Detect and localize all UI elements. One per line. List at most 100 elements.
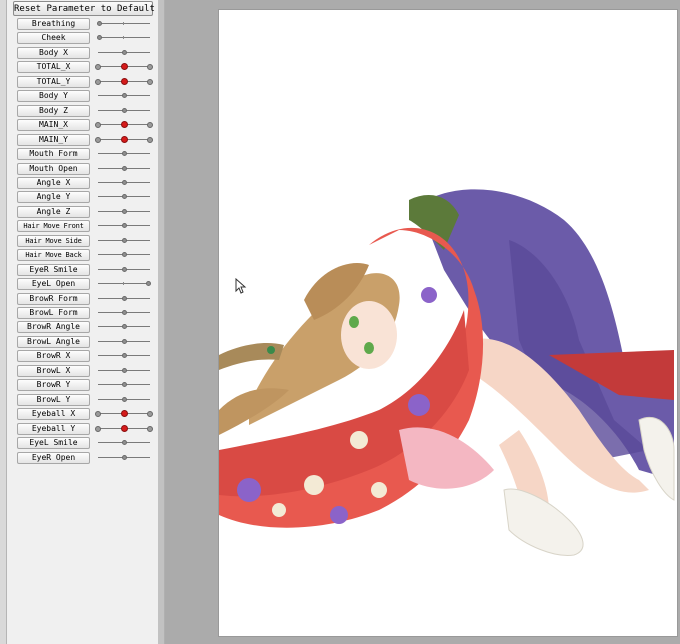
parameter-slider[interactable] (97, 249, 151, 261)
parameter-label-button[interactable]: Angle Z (17, 206, 90, 218)
parameter-slider[interactable] (97, 321, 151, 333)
reset-parameter-button[interactable]: Reset Parameter to Default (13, 1, 155, 16)
parameter-slider[interactable] (97, 307, 151, 319)
parameter-slider[interactable] (97, 394, 151, 406)
slider-knob[interactable] (121, 410, 128, 417)
slider-knob[interactable] (122, 440, 127, 445)
slider-knob[interactable] (121, 121, 128, 128)
parameter-slider[interactable] (97, 220, 151, 232)
slider-knob[interactable] (121, 78, 128, 85)
parameter-slider[interactable] (97, 32, 151, 44)
slider-knob[interactable] (122, 223, 127, 228)
parameter-slider[interactable] (97, 47, 151, 59)
parameter-label-button[interactable]: Breathing (17, 18, 90, 30)
slider-knob[interactable] (122, 455, 127, 460)
parameter-label-button[interactable]: Mouth Form (17, 148, 90, 160)
slider-knob[interactable] (97, 21, 102, 26)
parameter-slider[interactable] (95, 408, 153, 420)
parameter-label-button[interactable]: BrowR Y (17, 379, 90, 391)
parameter-slider[interactable] (97, 90, 151, 102)
parameter-slider[interactable] (95, 61, 153, 73)
slider-knob[interactable] (122, 194, 127, 199)
slider-knob[interactable] (122, 339, 127, 344)
slider-knob[interactable] (122, 166, 127, 171)
parameter-slider[interactable] (97, 18, 151, 30)
parameter-label-button[interactable]: EyeR Smile (17, 264, 90, 276)
slider-knob[interactable] (122, 93, 127, 98)
parameter-slider[interactable] (97, 278, 151, 290)
parameter-row: BrowL Form (17, 307, 154, 319)
parameter-label-button[interactable]: Hair Move Front (17, 220, 90, 232)
parameter-label-button[interactable]: BrowR X (17, 350, 90, 362)
parameter-slider[interactable] (95, 76, 153, 88)
parameter-slider[interactable] (97, 177, 151, 189)
parameter-slider[interactable] (97, 206, 151, 218)
parameter-label-button[interactable]: Cheek (17, 32, 90, 44)
parameter-slider[interactable] (97, 379, 151, 391)
slider-knob[interactable] (97, 35, 102, 40)
parameter-row: Angle X (17, 177, 154, 189)
parameter-slider[interactable] (97, 437, 151, 449)
slider-knob[interactable] (122, 368, 127, 373)
slider-end-left (95, 137, 101, 143)
parameter-label-button[interactable]: EyeL Open (17, 278, 90, 290)
parameter-label-button[interactable]: BrowL X (17, 365, 90, 377)
parameter-label-button[interactable]: TOTAL_Y (17, 76, 90, 88)
parameter-slider[interactable] (97, 264, 151, 276)
parameter-slider[interactable] (97, 235, 151, 247)
parameter-row: BrowR X (17, 350, 154, 362)
slider-knob[interactable] (122, 296, 127, 301)
parameter-label-button[interactable]: MAIN_Y (17, 134, 90, 146)
parameter-slider[interactable] (97, 191, 151, 203)
slider-knob[interactable] (122, 252, 127, 257)
slider-knob[interactable] (121, 425, 128, 432)
slider-knob[interactable] (122, 267, 127, 272)
parameter-label-button[interactable]: Eyeball X (17, 408, 90, 420)
slider-knob[interactable] (122, 238, 127, 243)
parameter-label-button[interactable]: Eyeball Y (17, 423, 90, 435)
slider-knob[interactable] (121, 136, 128, 143)
slider-knob[interactable] (122, 397, 127, 402)
parameter-label-button[interactable]: BrowL Angle (17, 336, 90, 348)
slider-knob[interactable] (121, 63, 128, 70)
parameter-label-button[interactable]: BrowR Form (17, 293, 90, 305)
parameter-label-button[interactable]: BrowR Angle (17, 321, 90, 333)
parameter-label-button[interactable]: Body Y (17, 90, 90, 102)
parameter-slider[interactable] (97, 365, 151, 377)
parameter-slider[interactable] (97, 336, 151, 348)
slider-knob[interactable] (122, 382, 127, 387)
slider-knob[interactable] (122, 310, 127, 315)
slider-knob[interactable] (146, 281, 151, 286)
parameter-label-button[interactable]: BrowL Y (17, 394, 90, 406)
parameter-label-button[interactable]: Angle Y (17, 191, 90, 203)
parameter-label-button[interactable]: Mouth Open (17, 163, 90, 175)
slider-knob[interactable] (122, 180, 127, 185)
parameter-label-button[interactable]: BrowL Form (17, 307, 90, 319)
parameter-label-button[interactable]: Hair Move Side (17, 235, 90, 247)
slider-knob[interactable] (122, 50, 127, 55)
slider-knob[interactable] (122, 151, 127, 156)
parameter-label-button[interactable]: EyeL Smile (17, 437, 90, 449)
parameter-label-button[interactable]: TOTAL_X (17, 61, 90, 73)
slider-knob[interactable] (122, 353, 127, 358)
parameter-label-button[interactable]: Angle X (17, 177, 90, 189)
parameter-slider[interactable] (97, 452, 151, 464)
parameter-label-button[interactable]: Hair Move Back (17, 249, 90, 261)
parameter-slider[interactable] (97, 350, 151, 362)
parameter-slider[interactable] (95, 423, 153, 435)
parameter-slider[interactable] (97, 148, 151, 160)
parameter-slider[interactable] (97, 105, 151, 117)
slider-knob[interactable] (122, 209, 127, 214)
slider-knob[interactable] (122, 324, 127, 329)
parameter-label-button[interactable]: EyeR Open (17, 452, 90, 464)
parameter-slider[interactable] (95, 134, 153, 146)
parameter-label-button[interactable]: Body Z (17, 105, 90, 117)
parameter-label-button[interactable]: MAIN_X (17, 119, 90, 131)
parameter-slider[interactable] (97, 293, 151, 305)
parameter-label-button[interactable]: Body X (17, 47, 90, 59)
slider-knob[interactable] (122, 108, 127, 113)
parameter-slider[interactable] (95, 119, 153, 131)
panel-splitter[interactable] (158, 0, 165, 644)
parameter-slider[interactable] (97, 163, 151, 175)
model-canvas[interactable] (218, 9, 678, 637)
